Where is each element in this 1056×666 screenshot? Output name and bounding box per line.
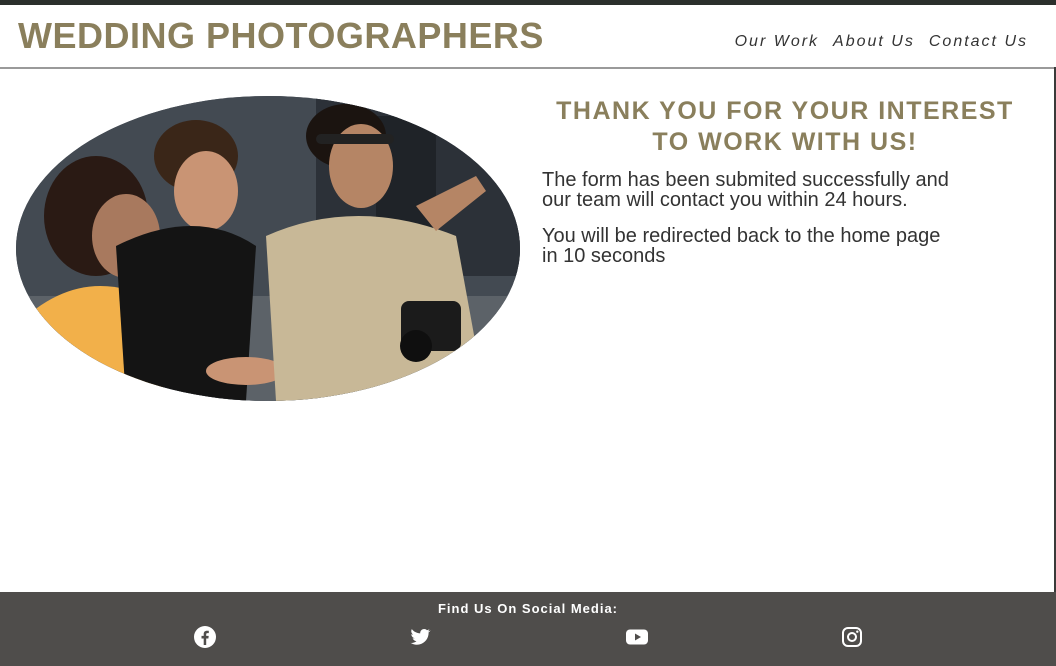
redirect-message-line1: You will be redirected back to the home … <box>542 225 941 247</box>
main-nav: Our Work About Us Contact Us <box>735 33 1028 51</box>
nav-our-work[interactable]: Our Work <box>735 33 819 51</box>
thank-you-heading: THANK YOU FOR YOUR INTEREST TO WORK WITH… <box>540 96 1030 158</box>
thank-you-heading-line2: TO WORK WITH US! <box>652 128 918 156</box>
success-message-line2: our team will contact you within 24 hour… <box>542 189 908 211</box>
site-logo-text[interactable]: WEDDING PHOTOGRAPHERS <box>18 15 544 57</box>
success-message-line1: The form has been submited successfully … <box>542 169 949 191</box>
nav-about-us[interactable]: About Us <box>833 33 915 51</box>
success-message: The form has been submited successfully … <box>542 170 1032 210</box>
twitter-icon[interactable] <box>408 625 432 649</box>
photographers-illustration <box>16 96 520 401</box>
facebook-icon[interactable] <box>193 625 217 649</box>
social-heading: Find Us On Social Media: <box>437 601 619 616</box>
site-footer: Find Us On Social Media: <box>0 592 1056 666</box>
instagram-icon[interactable] <box>840 625 864 649</box>
site-header: WEDDING PHOTOGRAPHERS Our Work About Us … <box>0 5 1056 69</box>
redirect-message-line2: in 10 seconds <box>542 245 666 267</box>
redirect-message: You will be redirected back to the home … <box>542 226 1032 266</box>
hero-photo <box>16 96 520 401</box>
nav-contact-us[interactable]: Contact Us <box>929 33 1028 51</box>
youtube-icon[interactable] <box>625 625 649 649</box>
thank-you-heading-line1: THANK YOU FOR YOUR INTEREST <box>556 97 1014 125</box>
